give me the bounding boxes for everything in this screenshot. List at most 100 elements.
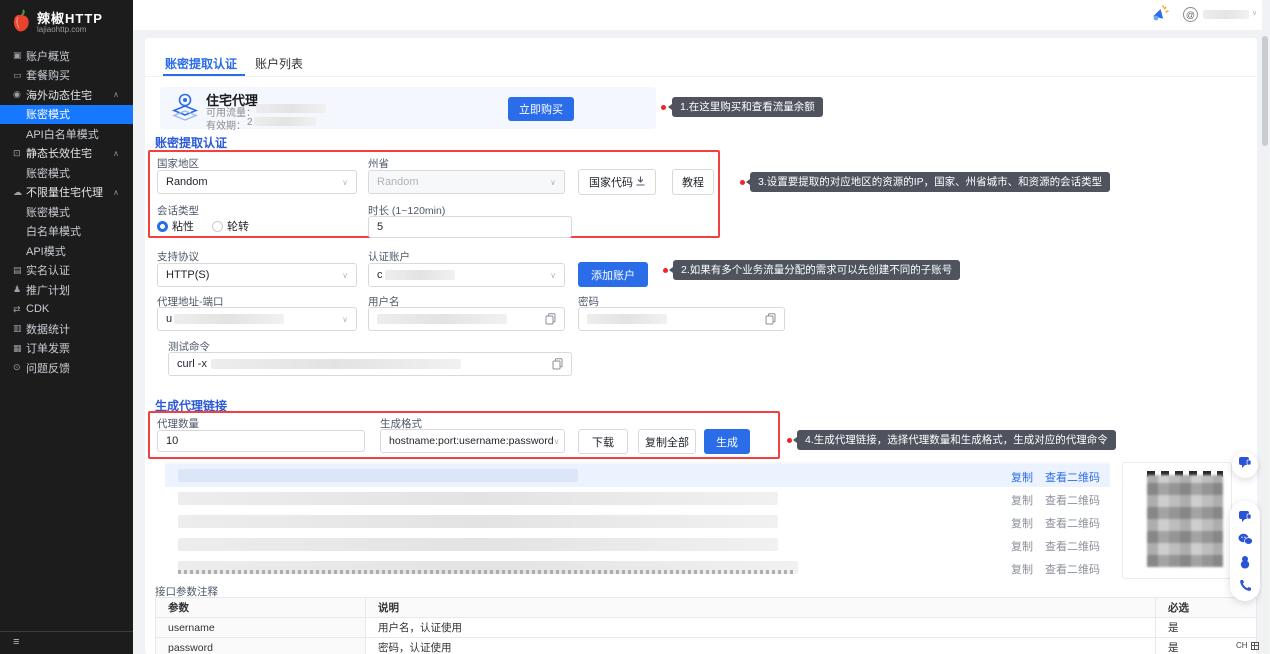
username-input[interactable] <box>368 307 565 331</box>
table-row: username 用户名，认证使用 是 <box>156 618 1256 638</box>
chevron-down-icon: ∨ <box>550 178 556 187</box>
tab-account-list[interactable]: 账户列表 <box>255 55 303 72</box>
chevron-down-icon: ∨ <box>550 271 556 280</box>
session-type-label: 会话类型 <box>157 203 199 218</box>
username-redacted <box>1203 10 1249 19</box>
view-qr-link[interactable]: 查看二维码 <box>1045 515 1100 531</box>
buy-now-button[interactable]: 立即购买 <box>508 97 574 121</box>
sidebar-item-order-invoice[interactable]: ▦ 订单发票 <box>0 339 133 359</box>
chevron-down-icon: ∨ <box>342 315 348 324</box>
chart-icon: ▥ <box>13 323 26 334</box>
tooltip-4: 4.生成代理链接，选择代理数量和生成格式，生成对应的代理命令 <box>797 430 1116 450</box>
copy-link[interactable]: 复制 <box>1011 469 1033 485</box>
qq-icon[interactable] <box>1239 555 1251 569</box>
sidebar-item-data-stats[interactable]: ▥ 数据统计 <box>0 319 133 339</box>
country-select[interactable]: Random ∨ <box>157 170 357 194</box>
proxy-row[interactable]: 复制 查看二维码 <box>165 464 1110 487</box>
proxy-row[interactable]: 复制 查看二维码 <box>165 556 1110 579</box>
sidebar-item-api-whitelist-mode[interactable]: API白名单模式 <box>0 124 133 144</box>
users-icon: ♟ <box>13 284 26 295</box>
view-qr-link[interactable]: 查看二维码 <box>1045 561 1100 577</box>
topbar <box>133 0 1262 30</box>
sidebar-item-promotion-plan[interactable]: ♟ 推广计划 <box>0 280 133 300</box>
state-label: 州省 <box>368 156 389 171</box>
copy-icon[interactable] <box>765 313 776 325</box>
sidebar-item-account-overview[interactable]: ▣ 账户概览 <box>0 46 133 66</box>
view-qr-link[interactable]: 查看二维码 <box>1045 469 1100 485</box>
sidebar-item-cdk[interactable]: ⇄ CDK <box>0 300 133 320</box>
test-cmd-input[interactable]: curl -x <box>168 352 572 376</box>
chevron-up-icon: ∧ <box>113 188 119 197</box>
sidebar-group-unlimited[interactable]: ☁ 不限量住宅代理 ∧ <box>0 183 133 203</box>
auth-account-label: 认证账户 <box>368 249 410 264</box>
validity-value-redacted <box>254 117 316 126</box>
sidebar: 辣椒HTTP lajiaohttp.com ▣ 账户概览 ▭ 套餐购买 ◉ 海外… <box>0 0 133 654</box>
sidebar-item-whitelist-mode[interactable]: 白名单模式 <box>0 222 133 242</box>
copy-icon[interactable] <box>545 313 556 325</box>
megaphone-icon[interactable] <box>1150 5 1170 30</box>
password-redacted <box>587 314 667 324</box>
tooltip-marker-3 <box>740 180 745 185</box>
sidebar-item-feedback[interactable]: ⊙ 问题反馈 <box>0 358 133 378</box>
proxy-count-input[interactable]: 10 <box>157 430 365 452</box>
sidebar-item-unlimited-credential-mode[interactable]: 账密模式 <box>0 202 133 222</box>
country-label: 国家地区 <box>157 156 199 171</box>
download-button[interactable]: 下载 <box>578 429 628 454</box>
proxy-url-partial <box>178 570 793 574</box>
sidebar-item-api-mode[interactable]: API模式 <box>0 241 133 261</box>
view-qr-link[interactable]: 查看二维码 <box>1045 538 1100 554</box>
radio-rotate[interactable]: 轮转 <box>212 218 249 234</box>
proxy-addr-select[interactable]: u ∨ <box>157 307 357 331</box>
proxy-link-redacted <box>178 538 778 551</box>
country-code-button[interactable]: 国家代码 <box>578 169 656 195</box>
sidebar-group-static-long[interactable]: ⊡ 静态长效住宅 ∧ <box>0 144 133 164</box>
scrollbar-thumb[interactable] <box>1262 36 1268 146</box>
copy-link[interactable]: 复制 <box>1011 492 1033 508</box>
test-cmd-redacted <box>211 359 461 369</box>
password-input[interactable] <box>578 307 785 331</box>
chevron-down-icon: ∨ <box>1252 9 1257 17</box>
sidebar-group-overseas-dynamic[interactable]: ◉ 海外动态住宅 ∧ <box>0 85 133 105</box>
qr-code-image <box>1147 475 1223 567</box>
chat-icon[interactable] <box>1238 510 1252 523</box>
auth-account-select[interactable]: c ∨ <box>368 263 565 287</box>
radio-unselected-icon <box>212 221 223 232</box>
tab-credential-extract-auth[interactable]: 账密提取认证 <box>165 55 237 72</box>
add-account-button[interactable]: 添加账户 <box>578 262 648 287</box>
protocol-select[interactable]: HTTP(S) ∨ <box>157 263 357 287</box>
avatar[interactable]: @ <box>1183 7 1198 22</box>
chevron-down-icon: ∨ <box>554 437 560 446</box>
state-select[interactable]: Random ∨ <box>368 170 565 194</box>
format-select[interactable]: hostname:port:username:password ∨ <box>380 429 565 453</box>
generate-button[interactable]: 生成 <box>704 429 750 454</box>
sidebar-item-credential-mode[interactable]: 账密模式 <box>0 105 133 125</box>
proxy-row[interactable]: 复制 查看二维码 <box>165 533 1110 556</box>
table-row: password 密码，认证使用 是 <box>156 638 1256 654</box>
copy-link[interactable]: 复制 <box>1011 515 1033 531</box>
tutorial-button[interactable]: 教程 <box>672 169 714 195</box>
contact-fab-group <box>1230 501 1260 601</box>
radio-selected-icon <box>157 221 168 232</box>
sidebar-item-realname-auth[interactable]: ▤ 实名认证 <box>0 261 133 281</box>
copy-link[interactable]: 复制 <box>1011 561 1033 577</box>
protocol-label: 支持协议 <box>157 249 199 264</box>
sidebar-item-package-purchase[interactable]: ▭ 套餐购买 <box>0 66 133 86</box>
proxy-row[interactable]: 复制 查看二维码 <box>165 510 1110 533</box>
sidebar-collapse-button[interactable]: ≡ <box>13 636 19 648</box>
chat-fab-button[interactable] <box>1232 452 1258 478</box>
view-qr-link[interactable]: 查看二维码 <box>1045 492 1100 508</box>
proxy-count-label: 代理数量 <box>157 416 199 431</box>
ime-grid-icon <box>1251 642 1259 650</box>
account-overview-icon: ▣ <box>13 50 26 61</box>
phone-icon[interactable] <box>1239 579 1252 592</box>
copy-link[interactable]: 复制 <box>1011 538 1033 554</box>
proxy-row[interactable]: 复制 查看二维码 <box>165 487 1110 510</box>
wechat-icon[interactable] <box>1238 533 1253 546</box>
duration-input[interactable]: 5 <box>368 216 572 238</box>
globe-icon: ◉ <box>13 89 26 100</box>
package-purchase-icon: ▭ <box>13 70 26 81</box>
sidebar-item-static-credential-mode[interactable]: 账密模式 <box>0 163 133 183</box>
copy-all-button[interactable]: 复制全部 <box>638 429 696 454</box>
copy-icon[interactable] <box>552 358 563 370</box>
radio-sticky[interactable]: 粘性 <box>157 218 194 234</box>
